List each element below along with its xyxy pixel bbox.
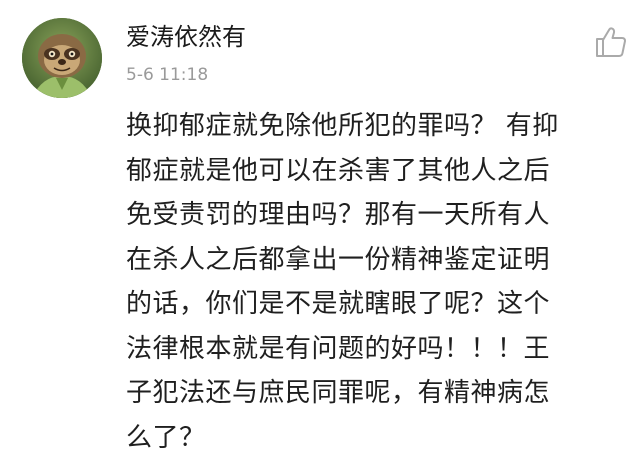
comment-line: 免受责罚的理由吗？那有一天所有人 — [126, 193, 636, 238]
thumbs-up-icon — [594, 26, 628, 58]
comment-line: 换抑郁症就免除他所犯的罪吗？ 有抑 — [126, 104, 636, 149]
comment-line: 子犯法还与庶民同罪呢，有精神病怎 — [126, 371, 636, 416]
like-button[interactable] — [594, 26, 628, 58]
comment-line: 么了？ — [126, 416, 636, 460]
comment-body: 换抑郁症就免除他所犯的罪吗？ 有抑 郁症就是他可以在杀害了其他人之后 免受责罚的… — [126, 104, 636, 460]
comment-line: 在杀人之后都拿出一份精神鉴定证明 — [126, 238, 636, 283]
comment-line: 郁症就是他可以在杀害了其他人之后 — [126, 149, 636, 194]
comment-line: 法律根本就是有问题的好吗！！！王 — [126, 327, 636, 372]
comment-card: 爱涛依然有 5-6 11:18 换抑郁症就免除他所犯的罪吗？ 有抑 郁症就是他可… — [0, 0, 640, 454]
comment-timestamp: 5-6 11:18 — [126, 64, 208, 86]
username[interactable]: 爱涛依然有 — [126, 22, 246, 52]
comment-line: 的话，你们是不是就瞎眼了呢？这个 — [126, 282, 636, 327]
user-avatar[interactable] — [22, 18, 102, 98]
sloth-avatar-icon — [22, 18, 102, 98]
